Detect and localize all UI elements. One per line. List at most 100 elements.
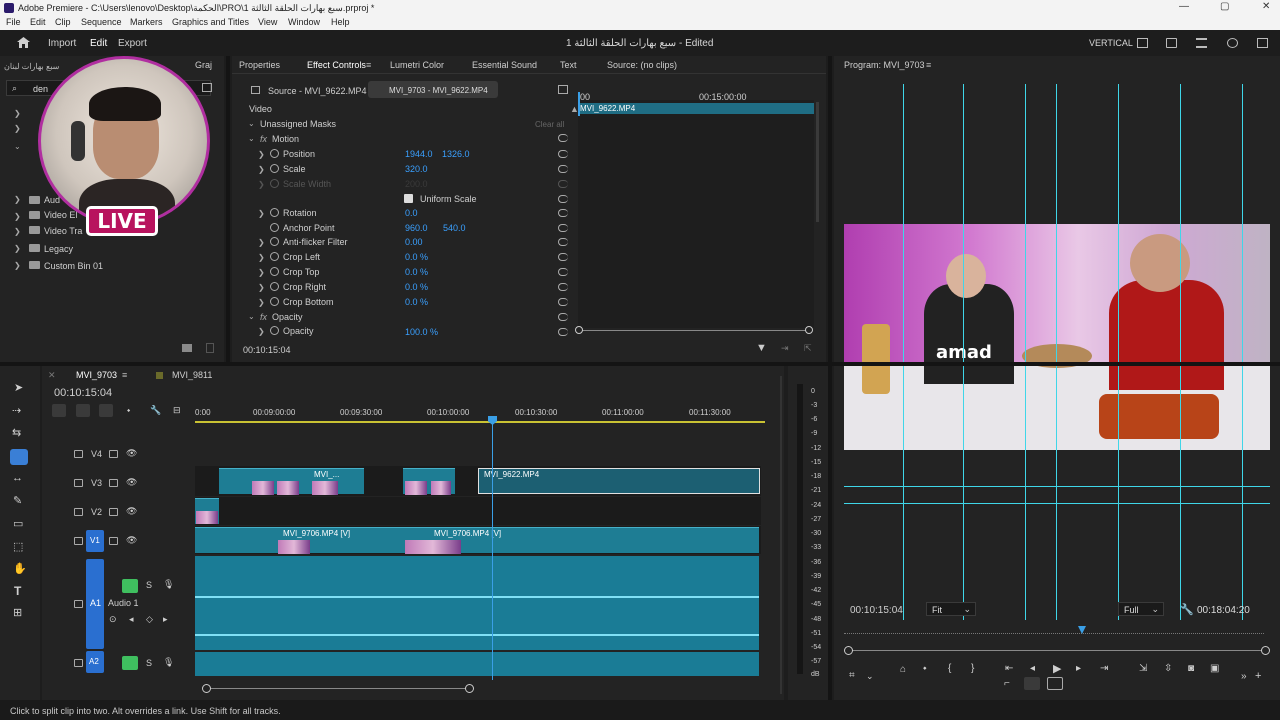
chevron-down-icon[interactable]: ⌄ — [14, 142, 21, 151]
anchor-y[interactable]: 540.0 — [443, 223, 466, 233]
add-button-icon[interactable]: + — [1255, 670, 1261, 682]
guide-line[interactable] — [1025, 84, 1026, 620]
fullscreen-icon[interactable] — [1257, 38, 1268, 48]
vr-toggle-icon[interactable] — [1047, 677, 1063, 690]
step-back-icon[interactable]: ◂ — [1030, 663, 1035, 674]
chevron-down-icon[interactable]: ⌄ — [248, 312, 255, 321]
panel-menu-icon[interactable]: ≡ — [122, 370, 127, 380]
zoom-bar[interactable] — [207, 688, 469, 689]
eye-icon[interactable]: 👁 — [126, 535, 137, 546]
mute-button[interactable] — [122, 656, 138, 670]
lock-icon[interactable] — [74, 659, 83, 667]
home-icon[interactable] — [17, 37, 30, 48]
menu-window[interactable]: Window — [288, 17, 320, 27]
zoom-handle-left[interactable] — [575, 326, 583, 334]
menu-clip[interactable]: Clip — [55, 17, 71, 27]
zoom-handle-right[interactable] — [465, 684, 474, 693]
fit-dropdown[interactable]: Fit ⌄ — [926, 602, 976, 616]
progress-icon[interactable] — [1196, 38, 1207, 48]
tab-sequence-9703[interactable]: MVI_9703 — [76, 370, 117, 380]
eye-icon[interactable]: 👁 — [126, 477, 137, 488]
crop-right-value[interactable]: 0.0 % — [405, 282, 428, 292]
lock-icon[interactable] — [74, 450, 83, 458]
chevron-right-icon[interactable]: ❯ — [258, 268, 265, 277]
new-folder-icon[interactable] — [182, 344, 192, 352]
clip-a1[interactable] — [195, 556, 759, 650]
chevron-right-icon[interactable]: ❯ — [14, 124, 21, 133]
track-lane-v2[interactable] — [195, 497, 761, 525]
rotation-value[interactable]: 0.0 — [405, 208, 418, 218]
compare-icon[interactable]: ▣ — [1210, 663, 1219, 674]
program-timecode[interactable]: 00:10:15:04 — [850, 605, 903, 616]
zoom-bar[interactable] — [848, 650, 1266, 651]
caption-tool-icon[interactable]: ⊞ — [13, 606, 22, 619]
reset-icon[interactable] — [558, 283, 568, 291]
anchor-x[interactable]: 960.0 — [405, 223, 428, 233]
more-controls-icon[interactable]: » — [1241, 671, 1247, 682]
remix-tool-icon[interactable]: ⬚ — [13, 540, 23, 553]
reset-icon[interactable] — [558, 165, 568, 173]
camera-icon[interactable]: ◙ — [1188, 663, 1194, 674]
tab-effect-controls[interactable]: Effect Controls — [307, 60, 366, 70]
clip-v3-selected[interactable]: MVI_9622.MP4 — [478, 468, 760, 494]
chevron-down-icon[interactable]: ⌄ — [866, 671, 874, 682]
eye-icon[interactable]: 👁 — [126, 506, 137, 517]
share-frame-icon[interactable]: ⇱ — [804, 343, 812, 354]
reset-icon[interactable] — [558, 268, 568, 276]
mic-icon[interactable]: 🎙 — [163, 657, 174, 668]
ruler-work-area[interactable] — [195, 419, 765, 423]
menu-help[interactable]: Help — [331, 17, 350, 27]
sync-lock-icon[interactable] — [109, 537, 118, 545]
go-to-in-icon[interactable]: ⇤ — [1005, 663, 1013, 674]
snap-icon[interactable] — [76, 404, 90, 417]
zoom-handle-left[interactable] — [202, 684, 211, 693]
tab-edit[interactable]: Edit — [90, 38, 107, 49]
bin-video-transitions[interactable]: Video Tra — [44, 226, 82, 236]
ripple-edit-icon[interactable]: ⇆ — [12, 426, 21, 439]
close-button[interactable]: ✕ — [1262, 1, 1270, 12]
quality-dropdown[interactable]: Full ⌄ — [1118, 602, 1164, 616]
rectangle-tool-icon[interactable]: ▭ — [13, 517, 23, 530]
tab-lumetri-color[interactable]: Lumetri Color — [390, 60, 444, 70]
expand-icon[interactable] — [558, 85, 568, 94]
workspace-label[interactable]: VERTICAL — [1089, 38, 1133, 48]
step-forward-icon[interactable]: ▸ — [1076, 663, 1081, 674]
bin-custom-01[interactable]: Custom Bin 01 — [44, 261, 103, 271]
chevron-right-icon[interactable]: ❯ — [258, 283, 265, 292]
clip-v3-group[interactable]: MVI_... — [219, 468, 364, 495]
track-select-icon[interactable]: ⇢ — [12, 404, 21, 417]
scrub-ruler[interactable] — [844, 630, 1264, 634]
chevron-right-icon[interactable]: ❯ — [258, 150, 265, 159]
lift-icon[interactable]: ⌂ — [900, 664, 906, 675]
panel-menu-icon[interactable]: ≡ — [926, 60, 931, 70]
reset-icon[interactable] — [558, 195, 568, 203]
solo-button[interactable]: S — [146, 658, 152, 668]
sync-lock-icon[interactable] — [109, 450, 118, 458]
reset-icon[interactable] — [558, 328, 568, 336]
chevron-down-icon[interactable]: ⌄ — [248, 119, 255, 128]
reset-icon[interactable] — [558, 253, 568, 261]
new-bin-icon[interactable] — [202, 83, 212, 92]
crop-top-value[interactable]: 0.0 % — [405, 267, 428, 277]
export-frame-icon[interactable]: ⇥ — [781, 343, 789, 354]
clip-v2[interactable] — [195, 498, 219, 524]
add-marker-icon[interactable]: ⬩ — [127, 405, 130, 416]
bin-legacy[interactable]: Legacy — [44, 244, 73, 254]
stopwatch-icon[interactable] — [270, 326, 279, 335]
scrollbar[interactable] — [816, 102, 819, 222]
panel-divider[interactable] — [828, 56, 832, 700]
clip-v3-mid[interactable] — [403, 468, 455, 495]
menu-graphics[interactable]: Graphics and Titles — [172, 17, 249, 27]
chevron-right-icon[interactable]: ❯ — [258, 298, 265, 307]
stopwatch-icon[interactable] — [270, 297, 279, 306]
panel-divider[interactable] — [0, 362, 1280, 366]
uniform-scale-checkbox[interactable] — [404, 194, 413, 203]
trash-icon[interactable] — [206, 343, 214, 353]
captions-icon[interactable]: ⊟ — [173, 405, 181, 416]
stopwatch-icon[interactable] — [270, 223, 279, 232]
menu-file[interactable]: File — [6, 17, 21, 27]
chevron-right-icon[interactable]: ❯ — [258, 327, 265, 336]
timeline-timecode[interactable]: 00:10:15:04 — [54, 387, 112, 399]
stopwatch-icon[interactable] — [270, 282, 279, 291]
mark-out-icon[interactable]: } — [971, 663, 974, 674]
